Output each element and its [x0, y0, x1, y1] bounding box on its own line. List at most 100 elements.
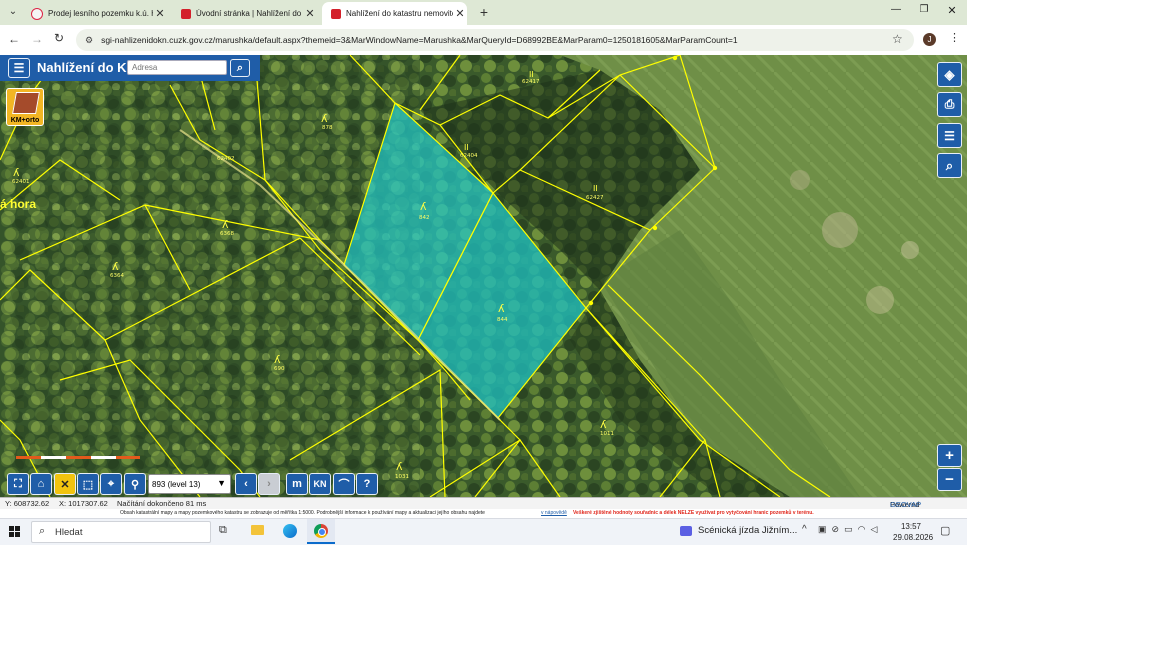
kn-button-label: KN [313, 479, 327, 489]
edge-browser-icon[interactable] [283, 524, 297, 538]
tab-prodej[interactable]: Prodej lesního pozemku k.ú. Hrá ✕ [22, 2, 167, 25]
profile-avatar[interactable]: J [923, 33, 936, 46]
help-button[interactable]: ? [356, 473, 378, 495]
parcel-label: 62402 [217, 156, 235, 162]
svg-text:II: II [464, 143, 469, 152]
media-title: Scénická jízda Jižním... [698, 525, 798, 536]
clock-date: 29.08.2026 [893, 533, 934, 542]
task-view-icon[interactable]: ⧉ [219, 524, 227, 537]
zoom-out-button[interactable]: − [937, 468, 962, 491]
close-icon: ✕ [60, 478, 70, 491]
measure-button[interactable]: m [286, 473, 308, 495]
tab-uvodni[interactable]: Úvodní stránka | Nahlížení do k ✕ [172, 2, 317, 25]
tab-nahlizeni[interactable]: Nahlížení do katastru nemovitos ✕ [322, 2, 467, 25]
network-off-icon[interactable]: ⊘ [832, 524, 845, 534]
site-info-icon[interactable]: ⚙ [85, 35, 93, 46]
geovap-link[interactable]: GEOVAP [890, 500, 921, 509]
parcel-label: 62417 [522, 79, 540, 85]
tray-icons: ▣⊘▭◠◁ [818, 524, 882, 535]
app-menu-button[interactable]: ☰ [8, 58, 30, 78]
tab-title: Prodej lesního pozemku k.ú. Hrá [48, 9, 153, 18]
fullscreen-button[interactable]: ⛶ [7, 473, 29, 495]
draw-button[interactable]: ⌒ [333, 473, 355, 495]
new-tab-button[interactable]: + [476, 4, 492, 20]
map-viewport[interactable]: 62417 878 62404 62427 62401 62402 6368 6… [0, 55, 967, 497]
magnifier-icon: ⌕ [945, 157, 954, 173]
tab-close-icon[interactable]: ✕ [153, 7, 167, 20]
map-pin-icon: ⚲ [130, 478, 140, 491]
svg-text:ʎ: ʎ [222, 218, 229, 231]
km-orto-layer-button[interactable]: KM+orto [6, 88, 44, 126]
chevron-left-icon: ‹ [244, 478, 248, 490]
find-button[interactable]: ⌕ [937, 153, 962, 178]
zoom-in-button[interactable]: + [937, 444, 962, 467]
svg-text:ʎ: ʎ [396, 460, 403, 473]
parcel-label: 842 [419, 215, 430, 221]
svg-text:ʎ: ʎ [600, 418, 607, 431]
locate-button[interactable]: ⌖ [100, 473, 122, 495]
window-maximize-button[interactable]: ❐ [914, 4, 934, 20]
taskbar-search[interactable]: ⌕ Hledat [31, 521, 211, 543]
parcel-label: 62401 [12, 179, 30, 185]
home-button[interactable]: ⌂ [30, 473, 52, 495]
layer-thumbnail-icon [12, 92, 40, 114]
reload-icon[interactable]: ↻ [54, 31, 64, 45]
taskbar-search-label: Hledat [55, 527, 83, 538]
svg-text:ʎ: ʎ [13, 166, 20, 179]
tab-favicon-icon [331, 8, 341, 19]
tab-close-icon[interactable]: ✕ [303, 7, 317, 20]
search-icon: ⌕ [236, 61, 244, 74]
search-button[interactable]: ⌕ [230, 59, 250, 77]
kn-button[interactable]: KN [309, 473, 331, 495]
chevron-up-icon[interactable]: ^ [802, 524, 807, 535]
battery-icon[interactable]: ▭ [844, 524, 858, 534]
app-title: Nahlížení do KN [37, 60, 136, 75]
file-explorer-icon[interactable] [251, 525, 264, 535]
tab-search-button[interactable]: ⌄ [6, 6, 20, 20]
forward-icon[interactable]: → [31, 32, 43, 46]
parcel-label: 62427 [586, 195, 604, 201]
phone-link-icon[interactable]: ▣ [818, 524, 832, 534]
bookmark-star-icon[interactable]: ☆ [892, 32, 903, 46]
previous-extent-button[interactable]: ‹ [235, 473, 257, 495]
scale-select[interactable]: 893 (level 13) ▼ [148, 474, 231, 494]
volume-icon[interactable]: ◁ [870, 524, 882, 534]
legal-warning: Veškeré zjištěné hodnoty souřadnic a dél… [573, 510, 814, 516]
map-canvas[interactable]: 62417 878 62404 62427 62401 62402 6368 6… [0, 55, 967, 497]
help-link[interactable]: v nápovědě [541, 510, 567, 516]
chrome-taskbar-icon[interactable] [307, 519, 335, 544]
draw-shape-icon: ⌒ [338, 479, 350, 491]
zoom-rectangle-button[interactable]: ⬚ [77, 473, 99, 495]
clear-button[interactable]: ✕ [54, 473, 76, 495]
next-extent-button[interactable]: › [258, 473, 280, 495]
ruler-icon: m [292, 478, 302, 490]
scale-select-value: 893 (level 13) [152, 480, 201, 489]
x-coordinate: X: 1017307.62 [59, 499, 108, 508]
wifi-icon[interactable]: ◠ [858, 524, 871, 534]
notification-icon[interactable]: ▢ [940, 524, 950, 537]
back-icon[interactable]: ← [8, 32, 20, 46]
parcel-label: 844 [497, 317, 508, 323]
media-widget[interactable]: Scénická jízda Jižním... [680, 524, 798, 540]
tab-close-icon[interactable]: ✕ [453, 7, 467, 20]
layers-button[interactable]: ◈ [937, 62, 962, 87]
crosshair-icon: ⌖ [107, 477, 115, 490]
svg-text:ʎ: ʎ [498, 302, 505, 315]
address-bar[interactable]: ⚙ sgi-nahlizenidokn.cuzk.gov.cz/marushka… [76, 29, 914, 51]
scale-bar [16, 456, 140, 459]
legend-button[interactable]: ☰ [937, 123, 962, 148]
y-coordinate: Y: 608732.62 [5, 499, 50, 508]
windows-taskbar: ⌕ Hledat ⧉ Scénická jízda Jižním... ^ ▣⊘… [0, 518, 967, 545]
tab-title: Nahlížení do katastru nemovitos [346, 9, 453, 18]
home-icon: ⌂ [37, 478, 45, 490]
browser-menu-icon[interactable]: ⋮ [949, 31, 960, 44]
parcel-label: 6364 [110, 273, 124, 279]
print-icon: ⎙ [944, 97, 955, 111]
address-search-input[interactable] [127, 60, 227, 75]
start-button[interactable] [9, 526, 21, 538]
clock[interactable]: 13:57 29.08.2026 [893, 521, 934, 543]
window-minimize-button[interactable]: — [886, 4, 906, 20]
print-button[interactable]: ⎙ [937, 92, 962, 117]
window-close-button[interactable]: ✕ [942, 4, 962, 20]
place-marker-button[interactable]: ⚲ [124, 473, 146, 495]
